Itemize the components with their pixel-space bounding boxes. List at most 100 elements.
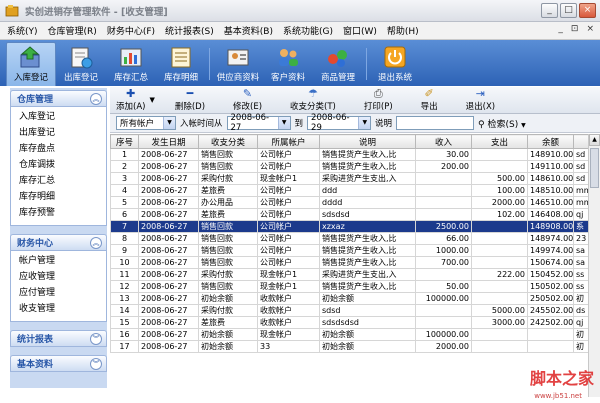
column-header[interactable]: 支出 xyxy=(471,134,528,149)
sidebar-item-stocktake[interactable]: 库存盘点 xyxy=(11,141,106,157)
sidebar-group-finance[interactable]: 财务中心 ︽ xyxy=(10,234,107,251)
table-cell: sdsdsd xyxy=(319,208,416,221)
dropdown-arrow-icon[interactable]: ▼ xyxy=(277,117,290,129)
table-row[interactable]: 15 2008-06-27 差旅费 收款帐户 sdsdsdsd 3000.00 242502… xyxy=(110,316,588,329)
toolbar-stock-out-button[interactable]: 出库登记 xyxy=(56,42,106,86)
column-header[interactable]: 所属帐户 xyxy=(257,134,320,149)
sidebar-item-stock-detail[interactable]: 库存明细 xyxy=(11,189,106,205)
sidebar-group-basic-data[interactable]: 基本资料 ︾ xyxy=(10,355,107,372)
toolbar-stock-summary-button[interactable]: 库存汇总 xyxy=(106,42,156,86)
table-cell: 2008-06-27 xyxy=(138,328,199,341)
table-cell: 现金帐户1 xyxy=(257,280,320,293)
column-header[interactable]: 余额 xyxy=(527,134,574,149)
table-row[interactable]: 5 2008-06-27 办公用品 公司帐户 dddd 2000.00 146510.00 m… xyxy=(110,196,588,209)
column-header[interactable]: 发生日期 xyxy=(138,134,199,149)
table-row[interactable]: 11 2008-06-27 采购付款 现金帐户1 采购进货产生支出,入 222.00 150… xyxy=(110,268,588,281)
menu-basic-data[interactable]: 基本资料(B) xyxy=(219,24,278,37)
scroll-up-icon[interactable]: ▲ xyxy=(589,134,600,146)
maximize-button[interactable]: □ xyxy=(560,3,577,18)
table-row[interactable]: 17 2008-06-27 初始余额 33 初始余额 2000.00 初 xyxy=(110,340,588,353)
table-cell: sd xyxy=(573,160,588,173)
add-button[interactable]: ✚ 添加(A) xyxy=(116,88,145,112)
minimize-button[interactable]: _ xyxy=(541,3,558,18)
date-from-picker[interactable]: 2008-06-27 ▼ xyxy=(226,113,291,133)
menu-finance[interactable]: 财务中心(F) xyxy=(102,24,160,37)
dropdown-arrow-icon[interactable]: ▼ xyxy=(163,117,175,129)
close-button[interactable]: × xyxy=(579,3,596,18)
sidebar-item-stock-out[interactable]: 出库登记 xyxy=(11,125,106,141)
mdi-close-button[interactable]: × xyxy=(586,24,594,34)
description-input[interactable] xyxy=(396,116,475,130)
table-row[interactable]: 7 2008-06-27 销售回款 公司帐户 xzxaz 2500.00 148908.00… xyxy=(110,220,588,233)
menu-system[interactable]: 系统(Y) xyxy=(2,24,43,37)
column-header[interactable]: 序号 xyxy=(110,134,139,149)
main-panel: ✚ 添加(A) ▼ ━ 删除(D) ✎ 修改(E) ☂ 收支分类(T) ⎙ 打印… xyxy=(110,87,600,397)
menu-help[interactable]: 帮助(H) xyxy=(382,24,424,37)
table-row[interactable]: 12 2008-06-27 销售回款 现金帐户1 销售提货产生收入,比 50.00 1505… xyxy=(110,280,588,293)
sidebar-item-stock-alert[interactable]: 库存预警 xyxy=(11,205,106,221)
sidebar-item-receivables[interactable]: 应收管理 xyxy=(11,269,106,285)
table-cell: 148610.00 xyxy=(527,172,574,185)
table-row[interactable]: 9 2008-06-27 销售回款 公司帐户 销售提货产生收入,比 1000.00 1499… xyxy=(110,244,588,257)
menu-reports[interactable]: 统计报表(S) xyxy=(160,24,219,37)
chevron-up-icon[interactable]: ︽ xyxy=(90,236,102,249)
mdi-minimize-button[interactable]: _ xyxy=(558,24,563,34)
edit-button[interactable]: ✎ 修改(E) xyxy=(233,88,262,112)
table-row[interactable]: 13 2008-06-27 初始余额 收款帐户 初始余额 100000.00 250502.… xyxy=(110,292,588,305)
chevron-down-icon[interactable]: ︾ xyxy=(90,332,102,345)
menu-window[interactable]: 窗口(W) xyxy=(338,24,382,37)
account-select[interactable]: 所有帐户 ▼ xyxy=(116,116,176,130)
toolbar-supplier-button[interactable]: 供应商资料 xyxy=(213,42,263,86)
print-button[interactable]: ⎙ 打印(P) xyxy=(364,88,393,112)
table-cell: 2008-06-27 xyxy=(138,304,199,317)
column-header[interactable]: 收支分类 xyxy=(198,134,258,149)
table-row[interactable]: 6 2008-06-27 差旅费 公司帐户 sdsdsd 102.00 146408.00 q… xyxy=(110,208,588,221)
toolbar-stock-detail-button[interactable]: 库存明细 xyxy=(156,42,206,86)
category-button[interactable]: ☂ 收支分类(T) xyxy=(290,88,336,112)
sidebar-item-income-expense[interactable]: 收支管理 xyxy=(11,301,106,317)
dropdown-arrow-icon[interactable]: ▼ xyxy=(358,117,371,129)
toolbar-product-button[interactable]: 商品管理 xyxy=(313,42,363,86)
sidebar-item-payables[interactable]: 应付管理 xyxy=(11,285,106,301)
column-header[interactable]: 收入 xyxy=(415,134,472,149)
sidebar-item-transfer[interactable]: 仓库调拨 xyxy=(11,157,106,173)
toolbar-label: 库存明细 xyxy=(163,73,198,83)
table-row[interactable]: 42008-06-27差旅费公司帐户ddd 100.00148510.00mm xyxy=(110,184,588,197)
export-button[interactable]: ✐ 导出 xyxy=(421,88,438,112)
toolbar-stock-in-button[interactable]: 入库登记 xyxy=(6,42,56,86)
table-row[interactable]: 10 2008-06-27 销售回款 公司帐户 销售提货产生收入,比 700.00 1506… xyxy=(110,256,588,269)
table-row[interactable]: 2 2008-06-27 销售回款 公司帐户 销售提货产生收入,比 200.00 14911… xyxy=(110,160,588,173)
table-row[interactable]: 8 2008-06-27 销售回款 公司帐户 销售提货产生收入,比 66.00 148974… xyxy=(110,232,588,245)
table-cell: 初 xyxy=(573,292,588,305)
add-dropdown-icon[interactable]: ▼ xyxy=(149,96,154,104)
column-header[interactable]: 说明 xyxy=(319,134,416,149)
sidebar-item-stock-in[interactable]: 入库登记 xyxy=(11,109,106,125)
watermark-url: www.jb51.net xyxy=(534,392,582,400)
sidebar-item-accounts[interactable]: 帐户管理 xyxy=(11,253,106,269)
table-cell: 11 xyxy=(110,268,139,281)
table-cell xyxy=(415,304,472,317)
table-row[interactable]: 14 2008-06-27 采购付款 收款帐户 sdsd 5000.00 245502.00… xyxy=(110,304,588,317)
sidebar-item-stock-summary[interactable]: 库存汇总 xyxy=(11,173,106,189)
mdi-restore-button[interactable]: ⊡ xyxy=(571,24,579,34)
menu-system-functions[interactable]: 系统功能(G) xyxy=(278,24,338,37)
vertical-scrollbar[interactable]: ▲ xyxy=(588,134,600,397)
toolbar-customer-button[interactable]: 客户资料 xyxy=(263,42,313,86)
chevron-up-icon[interactable]: ︽ xyxy=(90,92,102,105)
table-cell: 采购进货产生支出,入 xyxy=(319,172,416,185)
chevron-down-icon[interactable]: ︾ xyxy=(90,357,102,370)
table-row[interactable]: 16 2008-06-27 初始余额 现金帐户 初始余额 100000.00 初 xyxy=(110,328,588,341)
table-cell: 150452.00 xyxy=(527,268,574,281)
sidebar-group-warehouse[interactable]: 仓库管理 ︽ xyxy=(10,90,107,107)
scroll-thumb[interactable] xyxy=(590,148,599,188)
table-row[interactable]: 1 2008-06-27 销售回款 公司帐户 销售提货产生收入,比 30.00 148910… xyxy=(110,148,588,161)
table-row[interactable]: 3 2008-06-27 采购付款 现金帐户1 采购进货产生支出,入 500.00 1486… xyxy=(110,172,588,185)
sidebar-group-reports[interactable]: 统计报表 ︾ xyxy=(10,330,107,347)
exit-button[interactable]: ⇥ 退出(X) xyxy=(466,88,495,112)
delete-button[interactable]: ━ 删除(D) xyxy=(175,88,205,112)
toolbar-exit-button[interactable]: 退出系统 xyxy=(370,42,420,86)
menu-warehouse[interactable]: 仓库管理(R) xyxy=(43,24,102,37)
search-button[interactable]: ⚲ 检索(S) ▼ xyxy=(478,117,526,130)
toolbar-label: 库存汇总 xyxy=(113,73,148,83)
date-to-picker[interactable]: 2008-06-29 ▼ xyxy=(307,113,372,133)
